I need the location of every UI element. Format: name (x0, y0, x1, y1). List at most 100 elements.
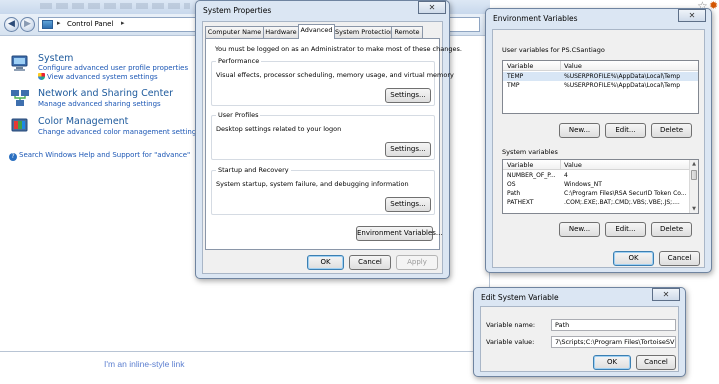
cancel-button[interactable]: Cancel (349, 255, 391, 270)
variable-value: %USERPROFILE%\AppData\Local\Temp (564, 73, 681, 80)
table-row[interactable]: NUMBER_OF_P... 4 (503, 171, 698, 180)
system-new-button[interactable]: New... (559, 222, 600, 237)
uac-shield-icon (38, 73, 45, 80)
system-variables-label: System variables (502, 148, 558, 156)
user-variables-list[interactable]: Variable Value TEMP %USERPROFILE%\AppDat… (502, 60, 699, 114)
system-title[interactable]: System (38, 53, 73, 64)
help-search-link[interactable]: ? Search Windows Help and Support for "ad… (9, 151, 190, 161)
tab-computer-name[interactable]: Computer Name (205, 26, 264, 38)
ok-button[interactable]: OK (613, 251, 654, 266)
system-edit-button[interactable]: Edit... (605, 222, 646, 237)
close-icon: ✕ (428, 3, 436, 12)
network-icon (11, 90, 29, 106)
group-description: Desktop settings related to your logon (216, 125, 342, 133)
user-delete-button[interactable]: Delete (651, 123, 692, 138)
control-panel-icon (42, 20, 53, 29)
variable-name-label: Variable name: (486, 321, 536, 329)
network-sharing-title[interactable]: Network and Sharing Center (38, 88, 173, 99)
dialog-title: Edit System Variable (481, 293, 559, 302)
computer-icon (11, 55, 28, 71)
close-button[interactable]: ✕ (418, 1, 446, 14)
startup-settings-button[interactable]: Settings... (385, 197, 431, 212)
variable-name: TEMP (507, 73, 524, 80)
dialog-body: User variables for PS.CSantiago Variable… (492, 29, 705, 268)
inline-style-link[interactable]: I'm an inline-style link (104, 359, 185, 369)
performance-settings-button[interactable]: Settings... (385, 88, 431, 103)
variable-name-field[interactable]: Path (551, 319, 676, 331)
change-color-settings-link[interactable]: Change advanced color management setting… (38, 128, 212, 136)
system-variables-list[interactable]: Variable Value NUMBER_OF_P... 4 OS Windo… (502, 159, 699, 214)
scroll-up-icon[interactable]: ▲ (690, 160, 698, 168)
performance-group: Performance Visual effects, processor sc… (211, 57, 454, 106)
configure-user-profile-link[interactable]: Configure advanced user profile properti… (38, 64, 188, 72)
startup-recovery-group: Startup and Recovery System startup, sys… (211, 166, 435, 215)
close-icon: ✕ (662, 290, 670, 299)
variable-name: TMP (507, 82, 520, 89)
column-value[interactable]: Value (564, 161, 582, 169)
breadcrumb-separator[interactable]: ▸ (121, 19, 125, 27)
help-icon: ? (9, 153, 17, 161)
ok-button[interactable]: OK (307, 255, 344, 270)
cancel-button[interactable]: Cancel (659, 251, 700, 266)
table-row[interactable]: Path C:\Program Files\RSA SecurID Token … (503, 189, 698, 198)
variable-value: Windows_NT (564, 181, 602, 188)
list-header: Variable Value (503, 61, 698, 71)
color-management-title[interactable]: Color Management (38, 116, 128, 127)
column-variable[interactable]: Variable (507, 62, 533, 70)
tab-remote[interactable]: Remote (391, 26, 423, 38)
admin-notice: You must be logged on as an Administrato… (215, 45, 462, 53)
table-row[interactable]: PATHEXT .COM;.EXE;.BAT;.CMD;.VBS;.VBE;.J… (503, 198, 698, 207)
user-edit-button[interactable]: Edit... (605, 123, 646, 138)
column-value[interactable]: Value (564, 62, 582, 70)
edit-system-variable-dialog: Edit System Variable ✕ Variable name: Pa… (473, 287, 686, 377)
column-divider[interactable] (560, 160, 561, 170)
forward-button[interactable]: ▶ (20, 17, 35, 32)
breadcrumb-separator[interactable]: ▸ (57, 19, 61, 27)
variable-value: %USERPROFILE%\AppData\Local\Temp (564, 82, 681, 89)
column-variable[interactable]: Variable (507, 161, 533, 169)
dialog-body: Computer Name Hardware Advanced System P… (202, 21, 462, 274)
help-link-text[interactable]: Search Windows Help and Support for "adv… (19, 151, 190, 159)
variable-value-field[interactable]: 7\Scripts;C:\Program Files\TortoiseSVN\b… (551, 336, 676, 348)
scroll-thumb[interactable] (691, 170, 697, 180)
close-button[interactable]: ✕ (678, 9, 706, 22)
group-label: Startup and Recovery (216, 166, 291, 174)
back-button[interactable]: ◀ (4, 17, 19, 32)
variable-name: Path (507, 190, 521, 197)
tab-hardware[interactable]: Hardware (263, 26, 299, 38)
system-delete-button[interactable]: Delete (651, 222, 692, 237)
breadcrumb-control-panel[interactable]: Control Panel (67, 20, 113, 28)
user-profiles-settings-button[interactable]: Settings... (385, 142, 431, 157)
advanced-tab-panel: You must be logged on as an Administrato… (205, 38, 462, 250)
color-management-icon (11, 118, 28, 132)
column-divider[interactable] (560, 61, 561, 71)
user-profiles-group: User Profiles Desktop settings related t… (211, 111, 435, 160)
user-variables-label: User variables for PS.CSantiago (502, 46, 605, 54)
user-new-button[interactable]: New... (559, 123, 600, 138)
group-label: Performance (216, 57, 262, 65)
table-row[interactable]: TMP %USERPROFILE%\AppData\Local\Temp (503, 81, 698, 90)
manage-sharing-link[interactable]: Manage advanced sharing settings (38, 100, 161, 108)
group-label: User Profiles (216, 111, 261, 119)
variable-value-label: Variable value: (486, 338, 535, 346)
list-header: Variable Value (503, 160, 698, 170)
scroll-down-icon[interactable]: ▼ (690, 205, 698, 213)
view-advanced-system-settings-link[interactable]: View advanced system settings (38, 73, 158, 81)
cancel-button[interactable]: Cancel (636, 355, 676, 370)
tab-system-protection[interactable]: System Protection (334, 26, 394, 38)
tab-advanced[interactable]: Advanced (298, 24, 335, 39)
environment-variables-button[interactable]: Environment Variables... (356, 226, 443, 241)
link-text[interactable]: View advanced system settings (47, 73, 158, 81)
group-description: System startup, system failure, and debu… (216, 180, 409, 188)
system-properties-dialog: System Properties ✕ Computer Name Hardwa… (195, 0, 462, 279)
close-button[interactable]: ✕ (652, 288, 680, 301)
variable-value: C:\Program Files\RSA SecurID Token Co... (564, 190, 687, 197)
apply-button[interactable]: Apply (396, 255, 438, 270)
ok-button[interactable]: OK (593, 355, 631, 370)
vertical-scrollbar[interactable]: ▲ ▼ (689, 160, 698, 213)
table-row[interactable]: OS Windows_NT (503, 180, 698, 189)
table-row[interactable]: TEMP %USERPROFILE%\AppData\Local\Temp (503, 72, 698, 81)
variable-name: PATHEXT (507, 199, 534, 206)
dialog-title: System Properties (203, 6, 272, 15)
variable-name: NUMBER_OF_P... (507, 172, 556, 179)
